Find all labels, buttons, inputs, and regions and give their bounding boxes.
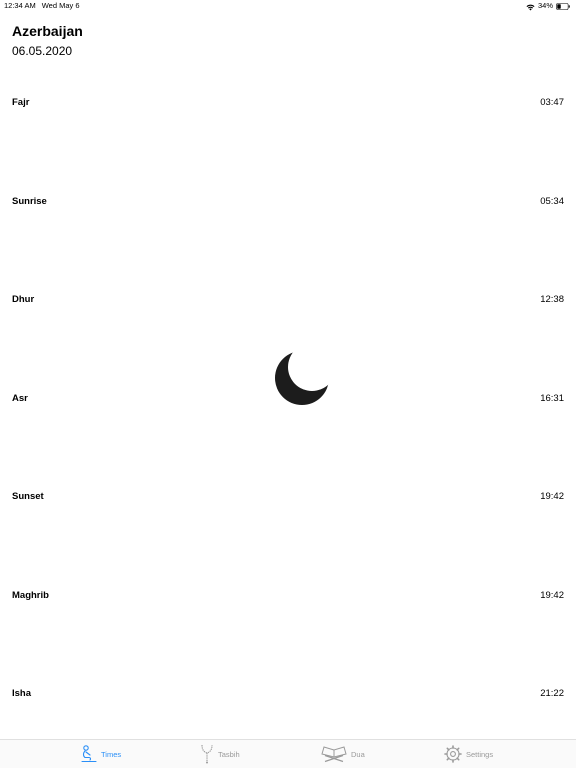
date-label: 06.05.2020 — [12, 44, 73, 58]
prayer-time: 03:47 — [540, 97, 564, 108]
battery-percent: 34% — [537, 1, 553, 10]
location-title: Azerbaijan — [12, 23, 83, 39]
prayer-name: Dhur — [12, 294, 35, 305]
tab-dua[interactable]: Dua — [321, 743, 365, 765]
crescent-moon-icon — [272, 348, 332, 408]
book-stand-icon — [321, 745, 347, 763]
prayer-row-fajr: Fajr 03:47 — [12, 96, 564, 110]
prayer-time: 12:38 — [540, 294, 564, 305]
prayer-time: 19:42 — [540, 590, 564, 601]
gear-icon — [444, 745, 462, 763]
prayer-row-sunrise: Sunrise 05:34 — [12, 195, 564, 209]
prayer-name: Sunrise — [12, 196, 47, 207]
prayer-row-isha: Isha 21:22 — [12, 687, 564, 701]
prayer-row-dhur: Dhur 12:38 — [12, 293, 564, 307]
prayer-name: Asr — [12, 393, 28, 404]
status-right: 34% — [526, 0, 570, 12]
prayer-time: 05:34 — [540, 196, 564, 207]
prayer-time: 16:31 — [540, 393, 564, 404]
tab-label: Dua — [351, 749, 365, 759]
prayer-row-sunset: Sunset 19:42 — [12, 490, 564, 504]
prayer-time: 19:42 — [540, 491, 564, 502]
prayer-row-maghrib: Maghrib 19:42 — [12, 589, 564, 603]
tab-label: Times — [101, 749, 122, 759]
status-bar: 12:34 AM Wed May 6 34% — [0, 0, 576, 12]
prayer-name: Sunset — [12, 491, 44, 502]
prayer-time: 21:22 — [540, 688, 564, 699]
prayer-name: Isha — [12, 688, 32, 699]
status-date: Wed May 6 — [41, 1, 80, 10]
tab-settings[interactable]: Settings — [444, 743, 493, 765]
tab-label: Tasbih — [218, 749, 240, 759]
wifi-icon — [526, 3, 535, 10]
tab-tasbih[interactable]: Tasbih — [200, 743, 240, 765]
status-left: 12:34 AM Wed May 6 — [4, 0, 80, 12]
prayer-name: Fajr — [12, 97, 30, 108]
battery-icon — [556, 2, 570, 10]
tab-times[interactable]: Times — [81, 743, 121, 765]
status-time: 12:34 AM — [4, 1, 36, 10]
tasbih-beads-icon — [200, 744, 214, 764]
tab-bar: Times Tasbih Dua Settings — [0, 739, 576, 768]
prayer-name: Maghrib — [12, 590, 49, 601]
tab-label: Settings — [466, 749, 494, 759]
prayer-person-icon — [81, 745, 97, 763]
